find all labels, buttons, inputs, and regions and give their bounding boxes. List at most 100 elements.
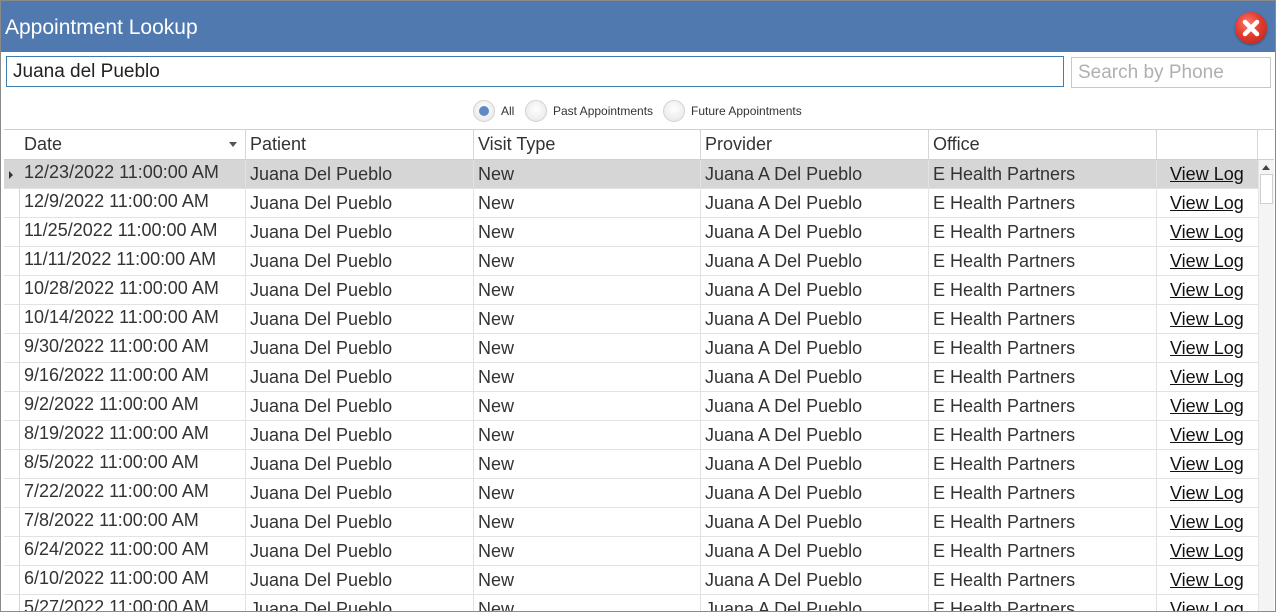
cell-patient: Juana Del Pueblo	[246, 305, 474, 333]
cell-office: E Health Partners	[929, 537, 1157, 565]
phone-search-input[interactable]	[1071, 57, 1271, 88]
cell-date: 9/30/2022 11:00:00 AM	[20, 334, 246, 362]
filter-future-radio[interactable]: Future Appointments	[663, 98, 802, 124]
cell-patient: Juana Del Pueblo	[246, 189, 474, 217]
filter-all-radio[interactable]: All	[473, 98, 514, 124]
view-log-link[interactable]: View Log	[1170, 367, 1244, 387]
cell-patient: Juana Del Pueblo	[246, 247, 474, 275]
view-log-link[interactable]: View Log	[1170, 425, 1244, 445]
cell-office: E Health Partners	[929, 595, 1157, 611]
view-log-link[interactable]: View Log	[1170, 338, 1244, 358]
cell-action: View Log	[1157, 276, 1258, 304]
view-log-link[interactable]: View Log	[1170, 570, 1244, 590]
cell-action: View Log	[1157, 392, 1258, 420]
cell-visit-type: New	[474, 537, 701, 565]
column-header-actions	[1157, 130, 1258, 159]
table-row[interactable]: 9/2/2022 11:00:00 AM Juana Del Pueblo New J…	[4, 392, 1258, 421]
cell-office: E Health Partners	[929, 305, 1157, 333]
close-icon	[1242, 19, 1260, 37]
cell-patient: Juana Del Pueblo	[246, 392, 474, 420]
table-row[interactable]: 8/19/2022 11:00:00 AM Juana Del Pueblo New…	[4, 421, 1258, 450]
cell-office: E Health Partners	[929, 566, 1157, 594]
cell-office: E Health Partners	[929, 450, 1157, 478]
view-log-link[interactable]: View Log	[1170, 193, 1244, 213]
view-log-link[interactable]: View Log	[1170, 251, 1244, 271]
cell-office: E Health Partners	[929, 160, 1157, 188]
table-row[interactable]: 9/16/2022 11:00:00 AM Juana Del Pueblo New…	[4, 363, 1258, 392]
vertical-scrollbar[interactable]	[1258, 160, 1274, 611]
filter-past-label: Past Appointments	[553, 104, 654, 118]
column-header-patient[interactable]: Patient	[246, 130, 474, 159]
cell-date: 9/16/2022 11:00:00 AM	[20, 363, 246, 391]
cell-patient: Juana Del Pueblo	[246, 218, 474, 246]
table-row[interactable]: 8/5/2022 11:00:00 AM Juana Del Pueblo New J…	[4, 450, 1258, 479]
patient-name-search-input[interactable]	[6, 56, 1064, 87]
view-log-link[interactable]: View Log	[1170, 541, 1244, 561]
cell-office: E Health Partners	[929, 392, 1157, 420]
cell-provider: Juana A Del Pueblo	[701, 189, 929, 217]
table-row[interactable]: 5/27/2022 11:00:00 AM Juana Del Pueblo New…	[4, 595, 1258, 611]
cell-patient: Juana Del Pueblo	[246, 421, 474, 449]
table-row[interactable]: 10/28/2022 11:00:00 AM Juana Del Pueblo Ne…	[4, 276, 1258, 305]
view-log-link[interactable]: View Log	[1170, 164, 1244, 184]
table-row[interactable]: 11/11/2022 11:00:00 AM Juana Del Pueblo Ne…	[4, 247, 1258, 276]
view-log-link[interactable]: View Log	[1170, 483, 1244, 503]
column-header-provider[interactable]: Provider	[701, 130, 929, 159]
cell-office: E Health Partners	[929, 479, 1157, 507]
view-log-link[interactable]: View Log	[1170, 222, 1244, 242]
view-log-link[interactable]: View Log	[1170, 280, 1244, 300]
cell-date: 12/9/2022 11:00:00 AM	[20, 189, 246, 217]
cell-action: View Log	[1157, 421, 1258, 449]
cell-action: View Log	[1157, 305, 1258, 333]
view-log-link[interactable]: View Log	[1170, 454, 1244, 474]
cell-date: 12/23/2022 11:00:00 AM	[20, 160, 246, 188]
cell-visit-type: New	[474, 189, 701, 217]
table-row[interactable]: 7/22/2022 11:00:00 AM Juana Del Pueblo New…	[4, 479, 1258, 508]
cell-action: View Log	[1157, 160, 1258, 188]
table-row[interactable]: 6/24/2022 11:00:00 AM Juana Del Pueblo New…	[4, 537, 1258, 566]
filter-past-radio[interactable]: Past Appointments	[525, 98, 653, 124]
column-header-visit-type[interactable]: Visit Type	[474, 130, 701, 159]
cell-provider: Juana A Del Pueblo	[701, 218, 929, 246]
cell-action: View Log	[1157, 537, 1258, 565]
table-row[interactable]: 9/30/2022 11:00:00 AM Juana Del Pueblo New…	[4, 334, 1258, 363]
cell-patient: Juana Del Pueblo	[246, 160, 474, 188]
sort-down-icon	[229, 142, 237, 147]
cell-date: 5/27/2022 11:00:00 AM	[20, 595, 246, 611]
cell-visit-type: New	[474, 276, 701, 304]
cell-date: 11/25/2022 11:00:00 AM	[20, 218, 246, 246]
cell-provider: Juana A Del Pueblo	[701, 247, 929, 275]
cell-action: View Log	[1157, 334, 1258, 362]
cell-patient: Juana Del Pueblo	[246, 479, 474, 507]
cell-provider: Juana A Del Pueblo	[701, 334, 929, 362]
cell-office: E Health Partners	[929, 334, 1157, 362]
view-log-link[interactable]: View Log	[1170, 309, 1244, 329]
table-row[interactable]: 7/8/2022 11:00:00 AM Juana Del Pueblo New J…	[4, 508, 1258, 537]
cell-provider: Juana A Del Pueblo	[701, 363, 929, 391]
table-row[interactable]: 11/25/2022 11:00:00 AM Juana Del Pueblo Ne…	[4, 218, 1258, 247]
radio-unchecked-icon	[525, 100, 547, 122]
view-log-link[interactable]: View Log	[1170, 599, 1244, 611]
view-log-link[interactable]: View Log	[1170, 512, 1244, 532]
table-row[interactable]: 12/9/2022 11:00:00 AM Juana Del Pueblo New…	[4, 189, 1258, 218]
close-button[interactable]	[1235, 12, 1267, 44]
cell-date: 7/22/2022 11:00:00 AM	[20, 479, 246, 507]
column-header-date[interactable]: Date	[20, 130, 246, 159]
table-row[interactable]: 10/14/2022 11:00:00 AM Juana Del Pueblo Ne…	[4, 305, 1258, 334]
column-header-office[interactable]: Office	[929, 130, 1157, 159]
cell-visit-type: New	[474, 305, 701, 333]
cell-office: E Health Partners	[929, 189, 1157, 217]
cell-visit-type: New	[474, 218, 701, 246]
scroll-up-icon[interactable]	[1262, 165, 1270, 170]
cell-date: 6/24/2022 11:00:00 AM	[20, 537, 246, 565]
table-row[interactable]: 6/10/2022 11:00:00 AM Juana Del Pueblo New…	[4, 566, 1258, 595]
cell-action: View Log	[1157, 218, 1258, 246]
radio-checked-icon	[473, 100, 495, 122]
table-row[interactable]: 12/23/2022 11:00:00 AM Juana Del Pueblo Ne…	[4, 160, 1258, 189]
cell-action: View Log	[1157, 479, 1258, 507]
filter-future-label: Future Appointments	[691, 104, 802, 118]
cell-action: View Log	[1157, 189, 1258, 217]
cell-date: 9/2/2022 11:00:00 AM	[20, 392, 246, 420]
view-log-link[interactable]: View Log	[1170, 396, 1244, 416]
scrollbar-thumb[interactable]	[1260, 174, 1273, 204]
